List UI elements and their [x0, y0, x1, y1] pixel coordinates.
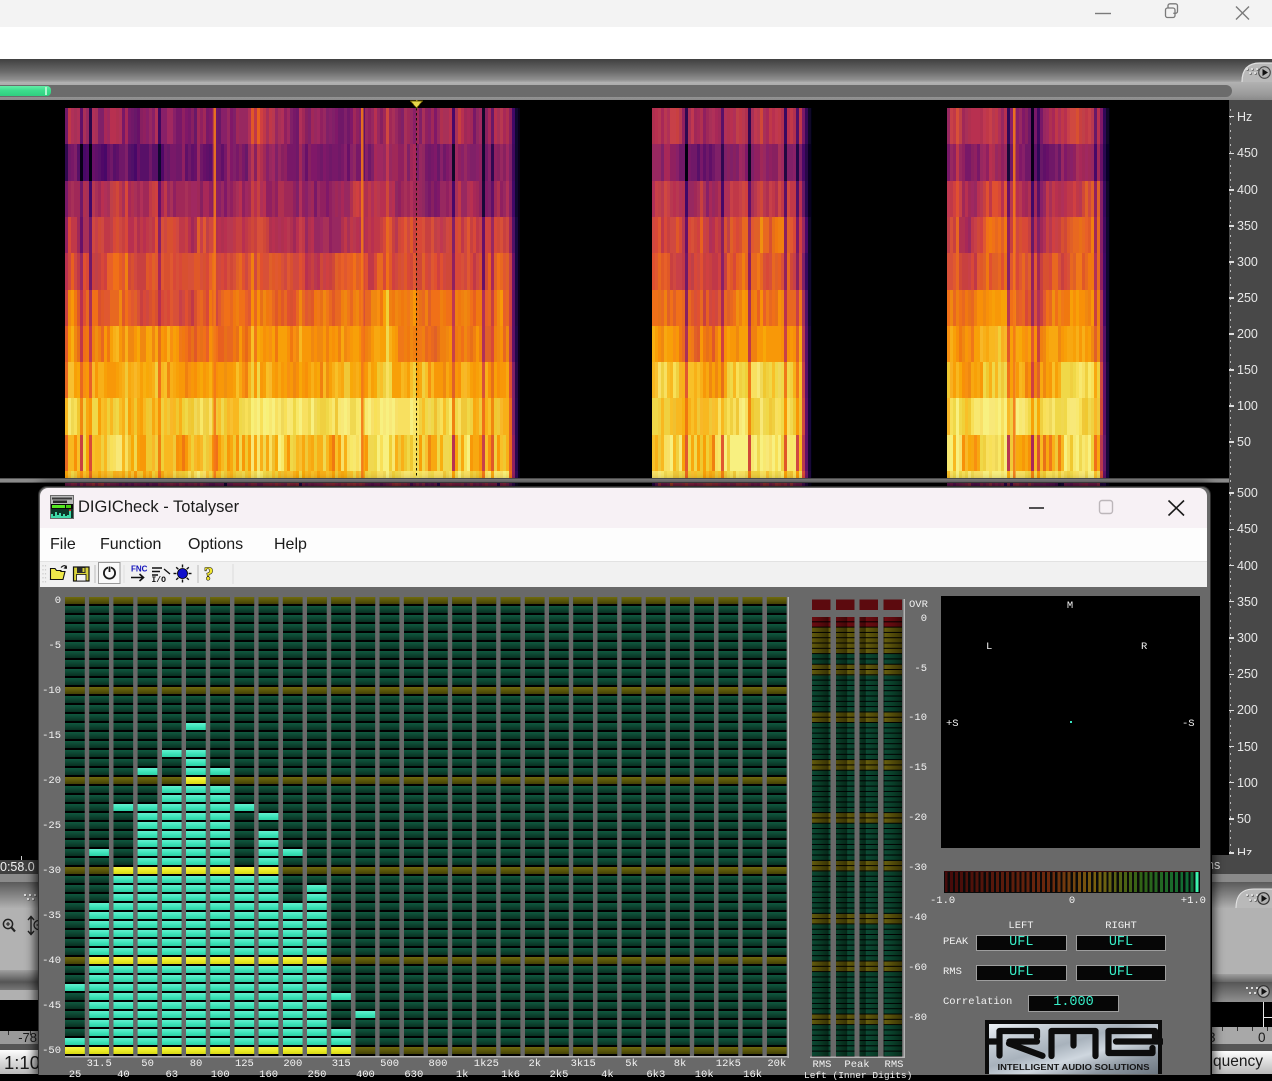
- svg-text:INTELLIGENT AUDIO SOLUTIONS: INTELLIGENT AUDIO SOLUTIONS: [997, 1062, 1149, 1072]
- svg-text:FNC: FNC: [131, 564, 148, 573]
- svg-text:?: ?: [204, 564, 214, 585]
- svg-text:I/O: I/O: [151, 576, 166, 585]
